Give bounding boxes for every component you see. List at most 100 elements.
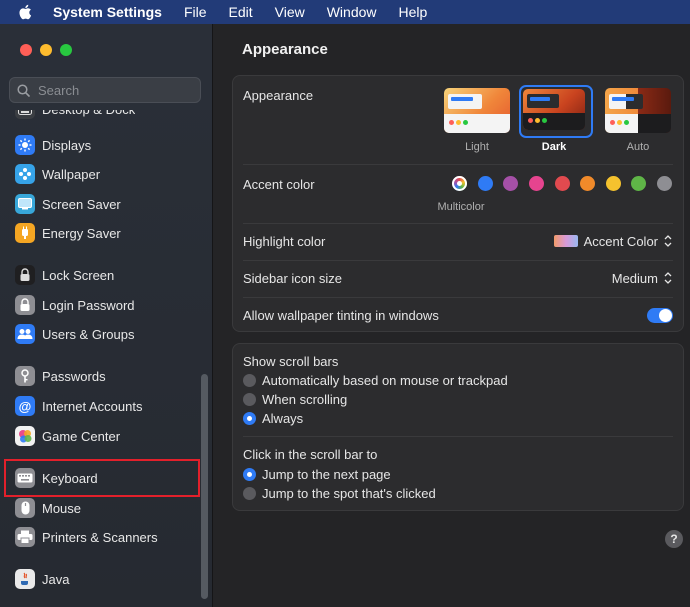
sidebar-scrollbar[interactable] — [201, 374, 208, 599]
settings-window: Desktop & Dock Displays Wallpaper Screen… — [0, 24, 690, 607]
apple-icon[interactable] — [17, 3, 35, 21]
sidebar-item-passwords[interactable]: Passwords — [15, 364, 106, 388]
sidebar-item-label: Internet Accounts — [42, 398, 143, 414]
sidebar-icon-size-value: Medium — [611, 270, 658, 286]
scroll-bars-option-always[interactable]: Always — [243, 411, 303, 426]
sidebar-item-label: Game Center — [42, 428, 121, 444]
sidebar-item-label: Java — [42, 571, 70, 587]
sidebar-item-label: Mouse — [42, 500, 82, 516]
sidebar-item-displays[interactable]: Displays — [15, 133, 91, 157]
accent-pink-swatch[interactable] — [529, 176, 544, 191]
sidebar-item-game-center[interactable]: Game Center — [15, 424, 120, 448]
accent-green-swatch[interactable] — [631, 176, 646, 191]
menu-help[interactable]: Help — [399, 4, 428, 20]
accent-orange-swatch[interactable] — [580, 176, 595, 191]
highlight-color-preview — [553, 235, 578, 247]
sidebar-item-label: Energy Saver — [42, 225, 121, 241]
mouse-icon — [15, 498, 35, 518]
accent-color-label: Accent color — [243, 177, 315, 192]
sidebar-item-login-password[interactable]: Login Password — [15, 293, 135, 317]
java-icon — [15, 569, 35, 589]
radio-label: Always — [262, 411, 304, 426]
sidebar-item-wallpaper[interactable]: Wallpaper — [15, 162, 100, 186]
sidebar-item-mouse[interactable]: Mouse — [15, 496, 81, 520]
energy-saver-icon — [15, 223, 35, 243]
appearance-group: Appearance Light Dark Auto Accent color … — [232, 75, 684, 332]
appearance-light-label: Light — [465, 141, 489, 153]
page-title: Appearance — [242, 41, 328, 58]
accent-red-swatch[interactable] — [555, 176, 570, 191]
sidebar-item-internet-accounts[interactable]: @ Internet Accounts — [15, 394, 142, 418]
search-input[interactable] — [36, 81, 190, 99]
sidebar-item-java[interactable]: Java — [15, 567, 69, 591]
menu-file[interactable]: File — [184, 4, 207, 20]
sidebar-icon-size-popup[interactable]: Medium — [612, 270, 673, 286]
close-button[interactable] — [20, 44, 32, 56]
appearance-label: Appearance — [243, 88, 314, 103]
wallpaper-tinting-toggle[interactable] — [647, 308, 673, 323]
game-center-icon — [15, 426, 35, 446]
passwords-icon — [15, 366, 35, 386]
radio-label: Jump to the next page — [262, 467, 391, 482]
chevron-up-down-icon — [663, 270, 673, 286]
wallpaper-tinting-row: Allow wallpaper tinting in windows — [233, 298, 683, 332]
keyboard-highlight-box — [4, 459, 200, 497]
menu-edit[interactable]: Edit — [229, 4, 253, 20]
scroll-bars-option-automatic[interactable]: Automatically based on mouse or trackpad — [243, 373, 508, 388]
sidebar-icon-size-label: Sidebar icon size — [243, 271, 342, 286]
wallpaper-icon — [15, 164, 35, 184]
accent-multicolor-swatch[interactable] — [452, 176, 467, 191]
menu-app-name[interactable]: System Settings — [53, 4, 162, 20]
sidebar-item-label: Displays — [42, 137, 92, 153]
radio-button[interactable] — [243, 393, 256, 406]
menu-view[interactable]: View — [275, 4, 305, 20]
zoom-button[interactable] — [60, 44, 72, 56]
accent-graphite-swatch[interactable] — [657, 176, 672, 191]
divider — [243, 436, 673, 437]
sidebar: Desktop & Dock Displays Wallpaper Screen… — [0, 24, 213, 607]
menu-bar: System Settings File Edit View Window He… — [0, 0, 690, 24]
radio-label: Automatically based on mouse or trackpad — [262, 373, 508, 388]
appearance-auto-label: Auto — [626, 141, 650, 153]
search-icon — [17, 83, 30, 97]
sidebar-item-lock-screen[interactable]: Lock Screen — [15, 263, 114, 287]
screen-saver-icon — [15, 194, 35, 214]
accent-purple-swatch[interactable] — [503, 176, 518, 191]
accent-blue-swatch[interactable] — [478, 176, 493, 191]
sidebar-item-energy-saver[interactable]: Energy Saver — [15, 221, 121, 245]
show-scroll-bars-label: Show scroll bars — [243, 354, 339, 369]
sidebar-item-printers-scanners[interactable]: Printers & Scanners — [15, 525, 158, 549]
menu-window[interactable]: Window — [327, 4, 377, 20]
scroll-bars-group: Show scroll bars Automatically based on … — [232, 343, 684, 511]
chevron-up-down-icon — [663, 233, 673, 249]
appearance-dark-option[interactable] — [523, 89, 585, 130]
accent-multicolor-caption: Multicolor — [437, 201, 485, 213]
sidebar-item-label: Login Password — [42, 297, 135, 313]
radio-button-selected[interactable] — [243, 468, 256, 481]
highlight-color-popup[interactable]: Accent Color — [553, 233, 673, 249]
scroll-bars-option-when-scrolling[interactable]: When scrolling — [243, 392, 347, 407]
help-button[interactable]: ? — [665, 530, 683, 548]
users-groups-icon — [15, 324, 35, 344]
sidebar-item-label: Printers & Scanners — [42, 529, 158, 545]
window-controls — [20, 44, 72, 56]
click-option-next-page[interactable]: Jump to the next page — [243, 467, 391, 482]
search-field[interactable] — [9, 77, 201, 103]
login-password-icon — [15, 295, 35, 315]
click-option-spot-clicked[interactable]: Jump to the spot that's clicked — [243, 486, 436, 501]
sidebar-item-users-groups[interactable]: Users & Groups — [15, 322, 134, 346]
sidebar-item-label: Lock Screen — [42, 267, 115, 283]
sidebar-item-label: Users & Groups — [42, 326, 135, 342]
appearance-auto-option[interactable] — [605, 88, 671, 133]
highlight-color-label: Highlight color — [243, 234, 326, 249]
content-pane: Appearance Appearance Light Dark Auto Ac… — [213, 24, 690, 607]
internet-accounts-icon: @ — [15, 396, 35, 416]
accent-yellow-swatch[interactable] — [606, 176, 621, 191]
radio-button[interactable] — [243, 374, 256, 387]
radio-button[interactable] — [243, 487, 256, 500]
appearance-light-option[interactable] — [444, 88, 510, 133]
sidebar-item-screen-saver[interactable]: Screen Saver — [15, 192, 121, 216]
minimize-button[interactable] — [40, 44, 52, 56]
highlight-color-row: Highlight color Accent Color — [233, 224, 683, 260]
radio-button-selected[interactable] — [243, 412, 256, 425]
